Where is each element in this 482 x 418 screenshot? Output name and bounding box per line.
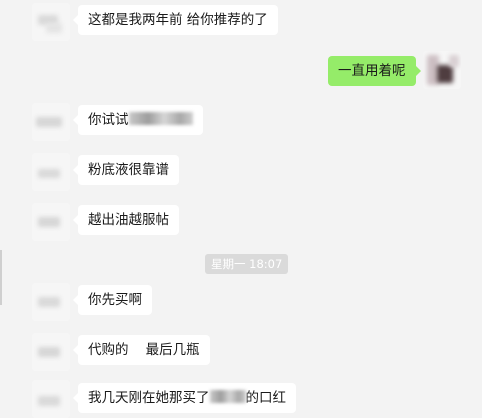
message-bubble-incoming[interactable]: 粉底液很靠谱 — [73, 155, 179, 185]
contact-avatar[interactable] — [32, 103, 70, 141]
redacted-text-mosaic — [128, 112, 193, 125]
self-avatar[interactable] — [423, 51, 461, 89]
message-text: 越出油越服帖 — [88, 212, 169, 228]
message-text: 一直用着呢 — [338, 63, 406, 79]
message-bubble-incoming[interactable]: 这都是我两年前 给你推荐的了 — [73, 5, 278, 35]
message-text: 的口红 — [245, 390, 287, 406]
message-bubble-incoming[interactable]: 代购的 最后几瓶 — [73, 335, 210, 365]
chat-window: 这都是我两年前 给你推荐的了 一直用着呢 你试试 粉底液很靠谱 越出油越服帖 星… — [0, 0, 482, 418]
redacted-text-mosaic — [209, 390, 246, 403]
message-text: 你先买啊 — [88, 292, 142, 308]
contact-avatar[interactable] — [32, 333, 70, 371]
message-text: 你试试 — [88, 112, 129, 128]
timestamp-divider: 星期一 18:07 — [205, 254, 289, 274]
message-bubble-outgoing[interactable]: 一直用着呢 — [328, 56, 420, 86]
message-bubble-incoming[interactable]: 你试试 — [73, 105, 203, 135]
message-bubble-incoming[interactable]: 越出油越服帖 — [73, 205, 179, 235]
message-bubble-incoming[interactable]: 你先买啊 — [73, 285, 152, 315]
contact-avatar[interactable] — [32, 283, 70, 321]
message-bubble-incoming[interactable]: 我几天刚在她那买了 的口红 — [73, 383, 296, 413]
message-text: 这都是我两年前 给你推荐的了 — [88, 12, 268, 28]
window-edge-divider — [0, 250, 2, 305]
contact-avatar[interactable] — [32, 153, 70, 191]
contact-avatar[interactable] — [32, 380, 70, 418]
contact-avatar[interactable] — [32, 3, 70, 41]
contact-avatar[interactable] — [32, 203, 70, 241]
message-text: 代购的 最后几瓶 — [88, 342, 200, 358]
message-text: 粉底液很靠谱 — [88, 162, 169, 178]
message-text: 我几天刚在她那买了 — [88, 390, 210, 406]
